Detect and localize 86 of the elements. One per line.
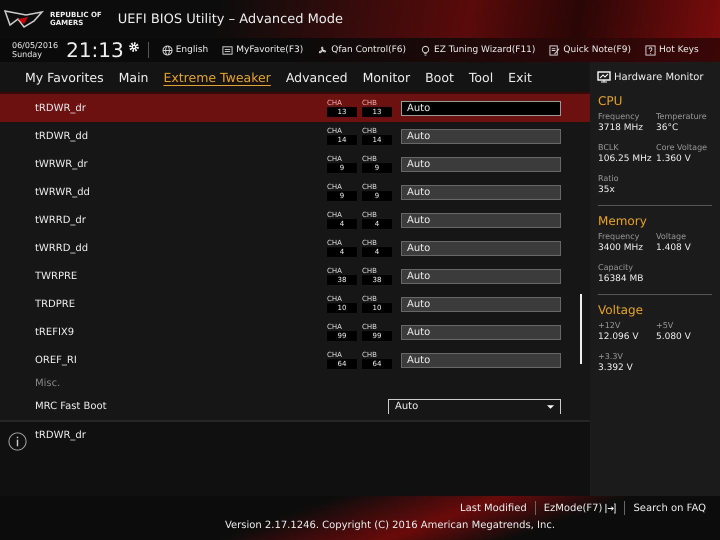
tab[interactable]: Monitor: [356, 70, 418, 84]
tab[interactable]: Advanced: [278, 70, 355, 84]
toolbar-button[interactable]: English: [156, 44, 214, 56]
caret-icon: [547, 404, 554, 408]
value-field[interactable]: Auto: [401, 184, 561, 200]
bulb-icon: [420, 44, 432, 56]
setting-name: TWRPRE: [35, 270, 78, 282]
value-field[interactable]: Auto: [401, 212, 561, 228]
footer-link[interactable]: Last Modified: [452, 502, 535, 514]
value-field[interactable]: Auto: [401, 240, 561, 256]
setting-name: TRDPRE: [35, 298, 76, 310]
stat-label: Core Voltage: [656, 143, 708, 152]
stat-label: Capacity: [598, 263, 634, 272]
scrollbar-thumb[interactable]: [580, 294, 582, 364]
setting-name: tWRWR_dd: [35, 186, 91, 198]
settings-icon[interactable]: [128, 41, 140, 53]
info-icon: [8, 432, 27, 451]
setting-name: tRDWR_dr: [35, 102, 87, 114]
stat-label: BCLK: [598, 143, 620, 152]
stat-label: Temperature: [656, 112, 708, 121]
setting-name: MRC Fast Boot: [35, 400, 108, 412]
rog-eye-logo-icon: [4, 9, 44, 29]
toolbar-button[interactable]: Quick Note(F9): [544, 44, 636, 56]
help-text: tRDWR_dr: [35, 430, 86, 441]
stat-value: 12.096 V: [598, 332, 640, 342]
fan-icon: [317, 44, 328, 56]
stat-value: 16384 MB: [598, 274, 644, 284]
globe-icon: [162, 44, 173, 56]
section-title: CPU: [598, 94, 624, 108]
stat-label: +3.3V: [598, 352, 624, 361]
value-field[interactable]: Auto: [401, 268, 561, 284]
value-field[interactable]: Auto: [401, 128, 561, 144]
clock-time: 21:13: [66, 38, 124, 62]
toolbar-button[interactable]: Hot Keys: [640, 44, 704, 56]
tab[interactable]: Exit: [501, 70, 539, 84]
stat-value: 1.360 V: [656, 154, 692, 164]
value-field[interactable]: Auto: [401, 324, 561, 340]
day-text: Sunday: [12, 50, 43, 59]
stat-value: 3718 MHz: [598, 123, 644, 133]
date-text: 06/05/2016: [12, 41, 58, 50]
setting-name: tRDWR_dd: [35, 130, 90, 142]
value-field[interactable]: Auto: [401, 156, 561, 172]
version-text: Version 2.17.1246. Copyright (C) 2016 American Megatrends, Inc.: [224, 520, 556, 531]
stat-value: 3.392 V: [598, 363, 634, 373]
tab[interactable]: Tool: [462, 70, 500, 84]
stat-label: +12V: [598, 321, 622, 330]
section-label: Misc.: [35, 378, 60, 388]
setting-name: tWRRD_dd: [35, 242, 90, 254]
tab[interactable]: Extreme Tweaker: [156, 70, 278, 84]
stat-label: Frequency: [598, 232, 640, 241]
stat-value: 3400 MHz: [598, 243, 644, 253]
footer-link[interactable]: EzMode(F7): [536, 502, 624, 514]
toolbar-button[interactable]: EZ Tuning Wizard(F11): [415, 44, 540, 56]
dropdown[interactable]: Auto: [388, 398, 561, 414]
toolbar-button[interactable]: Qfan Control(F6): [312, 44, 412, 56]
tab[interactable]: Main: [112, 70, 156, 84]
stat-value: 5.080 V: [656, 332, 692, 342]
value-field[interactable]: Auto: [401, 100, 561, 116]
help-icon: [644, 44, 656, 56]
section-title: Voltage: [598, 303, 644, 317]
note-icon: [549, 44, 560, 56]
setting-name: tREFIX9: [35, 326, 76, 338]
setting-name: OREF_RI: [35, 354, 78, 366]
section-title: Memory: [598, 214, 648, 228]
setting-name: tWRWR_dr: [35, 158, 89, 170]
value-field[interactable]: Auto: [401, 296, 561, 312]
stat-value: 106.25 MHz: [598, 154, 653, 164]
stat-value: 1.408 V: [656, 243, 692, 253]
panel-title: Hardware Monitor: [614, 72, 704, 82]
toolbar-button[interactable]: MyFavorite(F3): [217, 44, 308, 56]
exit-icon: [605, 502, 616, 514]
stat-label: Voltage: [656, 232, 688, 241]
footer-link[interactable]: Search on FAQ: [625, 502, 714, 514]
setting-row[interactable]: MRC Fast Boot Auto: [0, 392, 590, 420]
stat-value: 35x: [598, 185, 616, 195]
value-field[interactable]: Auto: [401, 352, 561, 368]
monitor-icon: [597, 71, 611, 83]
tab[interactable]: My Favorites: [18, 70, 111, 84]
setting-name: tWRRD_dr: [35, 214, 87, 226]
stat-label: Ratio: [598, 174, 620, 183]
stat-value: 36°C: [656, 123, 680, 133]
card-icon: [222, 44, 234, 56]
stat-label: Frequency: [598, 112, 640, 121]
tab[interactable]: Boot: [418, 70, 461, 84]
stat-label: +5V: [656, 321, 674, 330]
window-title: UEFI BIOS Utility – Advanced Mode: [118, 12, 344, 26]
